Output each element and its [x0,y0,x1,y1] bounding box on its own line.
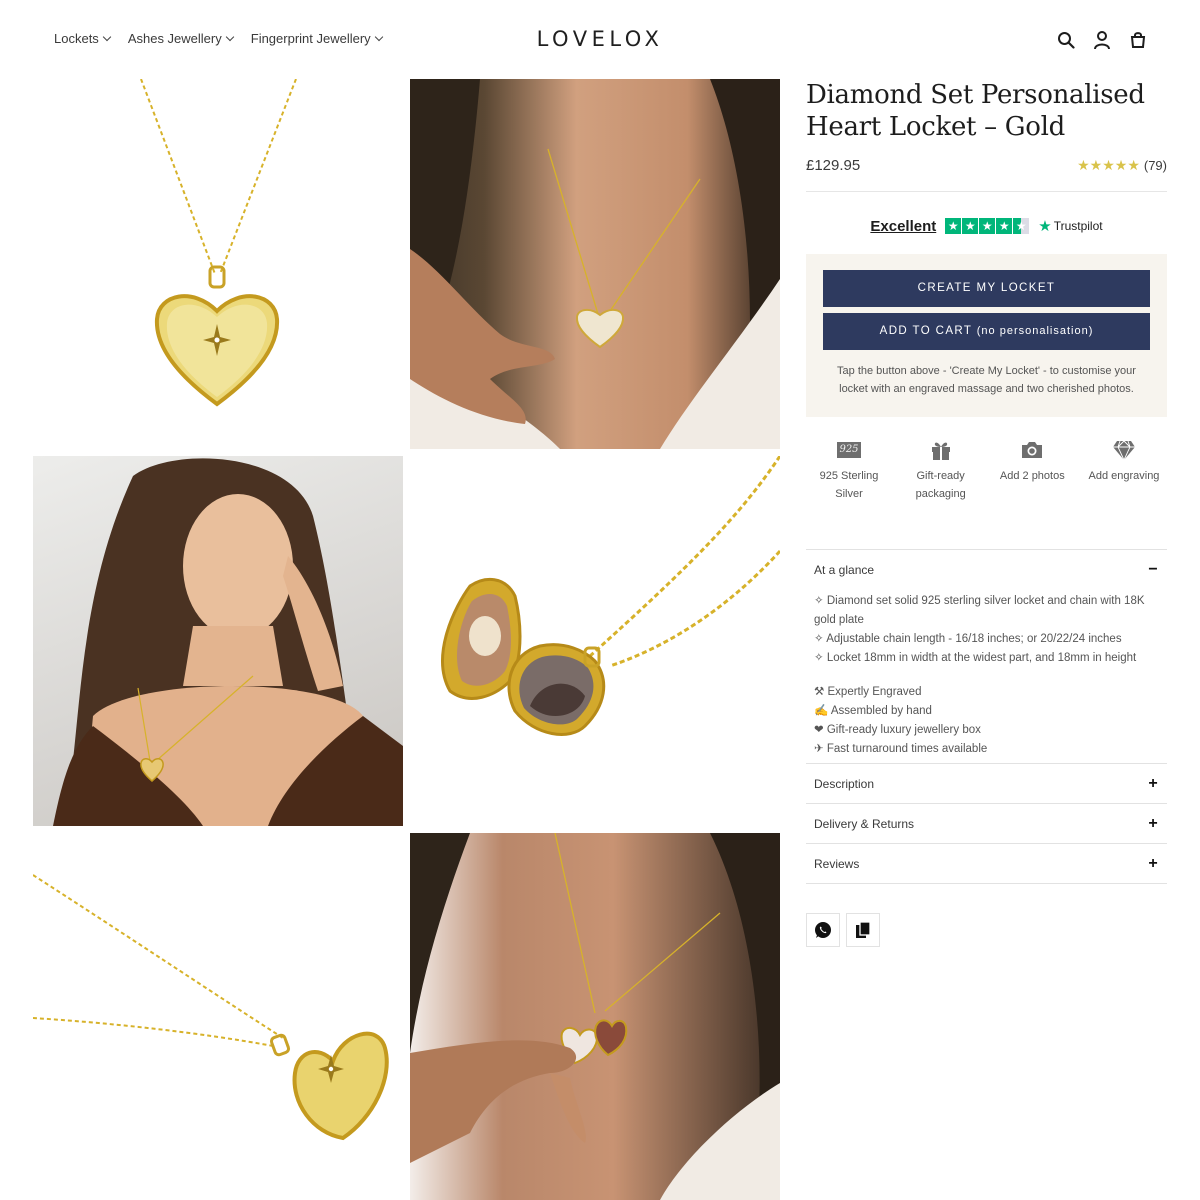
divider [806,191,1167,192]
feature-sterling-silver: 925 925 Sterling Silver [806,437,892,503]
perk-line: ⚒ Expertly Engraved [814,686,922,698]
gallery-image-model-holding-locket[interactable] [410,833,780,1200]
collapse-icon: − [1148,561,1158,578]
perk-line: ❤ Gift-ready luxury jewellery box [814,724,981,736]
review-count: (79) [1143,157,1167,173]
cta-note: Tap the button above - 'Create My Locket… [837,365,1136,395]
gallery-image-locket-angled[interactable] [33,833,403,1200]
account-icon[interactable] [1092,30,1112,50]
copy-link-icon[interactable] [846,913,880,947]
trustpilot-brand: Trustpilot [1053,219,1103,233]
accordion-at-a-glance[interactable]: At a glance − [806,550,1167,590]
header-icons [1056,30,1148,50]
accordion-title: Delivery & Returns [814,816,915,831]
gallery-image-open-locket[interactable] [410,456,780,826]
cart-icon[interactable] [1128,30,1148,50]
add-to-cart-button[interactable]: ADD TO CART (no personalisation) [823,313,1150,350]
accordion-title: Description [814,776,875,791]
product-accordion: At a glance − ✧ Diamond set solid 925 st… [806,549,1167,884]
site-header: Lockets Ashes Jewellery Fingerprint Jewe… [0,0,1200,80]
trustpilot-rating-word: Excellent [870,217,937,235]
price-row: £129.95 ★★★★★ (79) [806,153,1167,177]
product-rating[interactable]: ★★★★★ (79) [1077,157,1167,174]
accordion-title: Reviews [814,856,860,871]
feature-gift-packaging: Gift-ready packaging [898,437,984,503]
accordion-delivery-returns[interactable]: Delivery & Returns + [806,804,1167,844]
site-logo[interactable]: LOVELOX [0,27,1200,51]
expand-icon: + [1148,814,1158,832]
rating-stars-icon: ★★★★★ [1077,156,1140,173]
product-title: Diamond Set Personalised Heart Locket – … [806,80,1145,142]
search-icon[interactable] [1056,30,1076,50]
accordion-description[interactable]: Description + [806,764,1167,804]
feature-label: 925 Sterling Silver [819,470,879,500]
feature-add-engraving: Add engraving [1081,437,1167,503]
gallery-image-model-portrait[interactable] [33,456,403,826]
feature-label: Gift-ready packaging [915,470,966,500]
perk-line: ✈ Fast turnaround times available [814,743,988,755]
expand-icon: + [1148,774,1158,792]
accordion-title: At a glance [814,563,875,577]
feature-add-photos: Add 2 photos [989,437,1075,503]
perk-line: ✍ Assembled by hand [814,705,932,717]
trustpilot-widget[interactable]: Excellent ★ ★ ★ ★ ★ ★ Trustpilot [806,215,1167,237]
gallery-image-heart-locket[interactable] [33,79,403,449]
feature-label: Add 2 photos [999,470,1065,482]
accordion-at-a-glance-content: ✧ Diamond set solid 925 sterling silver … [806,590,1167,764]
glance-line: ✧ Diamond set solid 925 sterling silver … [814,595,1145,626]
whatsapp-icon[interactable] [806,913,840,947]
accordion-reviews[interactable]: Reviews + [806,844,1167,884]
product-details: Diamond Set Personalised Heart Locket – … [806,79,1167,947]
share-buttons [806,913,1167,947]
feature-list: 925 925 Sterling Silver Gift-ready packa… [806,437,1167,503]
gift-icon [898,437,984,463]
gallery-image-model-wearing[interactable] [410,79,780,449]
trustpilot-star-icon: ★ [1038,218,1052,235]
diamond-icon [1081,437,1167,463]
trustpilot-stars-icon: ★ ★ ★ ★ ★ [945,218,1030,234]
expand-icon: + [1148,854,1158,872]
trustpilot-logo: ★ Trustpilot [1038,217,1102,235]
feature-label: Add engraving [1088,470,1160,482]
create-locket-button[interactable]: CREATE MY LOCKET [823,270,1150,307]
cta-box: CREATE MY LOCKET ADD TO CART (no persona… [806,254,1167,417]
add-to-cart-label: ADD TO CART [879,325,973,337]
glance-line: ✧ Locket 18mm in width at the widest par… [814,652,1137,664]
camera-icon [989,437,1075,463]
sterling-925-icon: 925 [837,442,861,458]
product-price: £129.95 [806,156,861,174]
add-to-cart-sublabel: (no personalisation) [976,325,1094,337]
glance-line: ✧ Adjustable chain length - 16/18 inches… [814,633,1122,645]
